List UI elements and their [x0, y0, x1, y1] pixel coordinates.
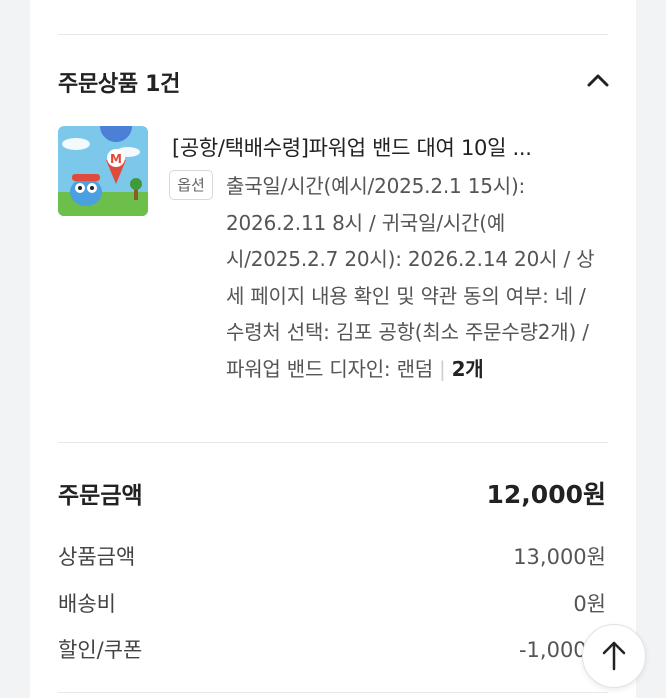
bottom-divider	[58, 692, 608, 693]
scroll-top-button[interactable]	[582, 624, 646, 688]
total-label: 주문금액	[58, 483, 143, 509]
option-badge: 옵션	[169, 170, 213, 200]
product-amount-value: 13,000원	[513, 545, 606, 569]
shipping-fee-label: 배송비	[58, 592, 116, 616]
product-amount-label: 상품금액	[58, 545, 136, 569]
quantity: 2개	[451, 356, 484, 381]
svg-text:M: M	[110, 152, 122, 166]
shipping-fee-value: 0원	[573, 592, 606, 616]
order-card: 주문상품 1건 M [공항/택배수령]파워업 밴드 대여 10일 ... 옵션 …	[30, 0, 636, 698]
discount-label: 할인/쿠폰	[58, 638, 143, 662]
top-divider	[58, 34, 608, 35]
option-text: 출국일/시간(예시/2025.2.1 15시): 2026.2.11 8시 / …	[226, 174, 595, 381]
order-items-title: 주문상품 1건	[58, 72, 181, 97]
quantity-separator: |	[439, 356, 446, 381]
chevron-up-icon[interactable]	[586, 72, 610, 88]
option-details: 출국일/시간(예시/2025.2.1 15시): 2026.2.11 8시 / …	[226, 168, 606, 387]
product-image: M	[58, 126, 148, 216]
arrow-up-icon	[602, 641, 626, 671]
product-thumbnail[interactable]: M	[58, 126, 148, 216]
total-value: 12,000원	[486, 480, 606, 509]
product-title[interactable]: [공항/택배수령]파워업 밴드 대여 10일 ...	[172, 132, 612, 162]
section-divider	[58, 442, 608, 443]
